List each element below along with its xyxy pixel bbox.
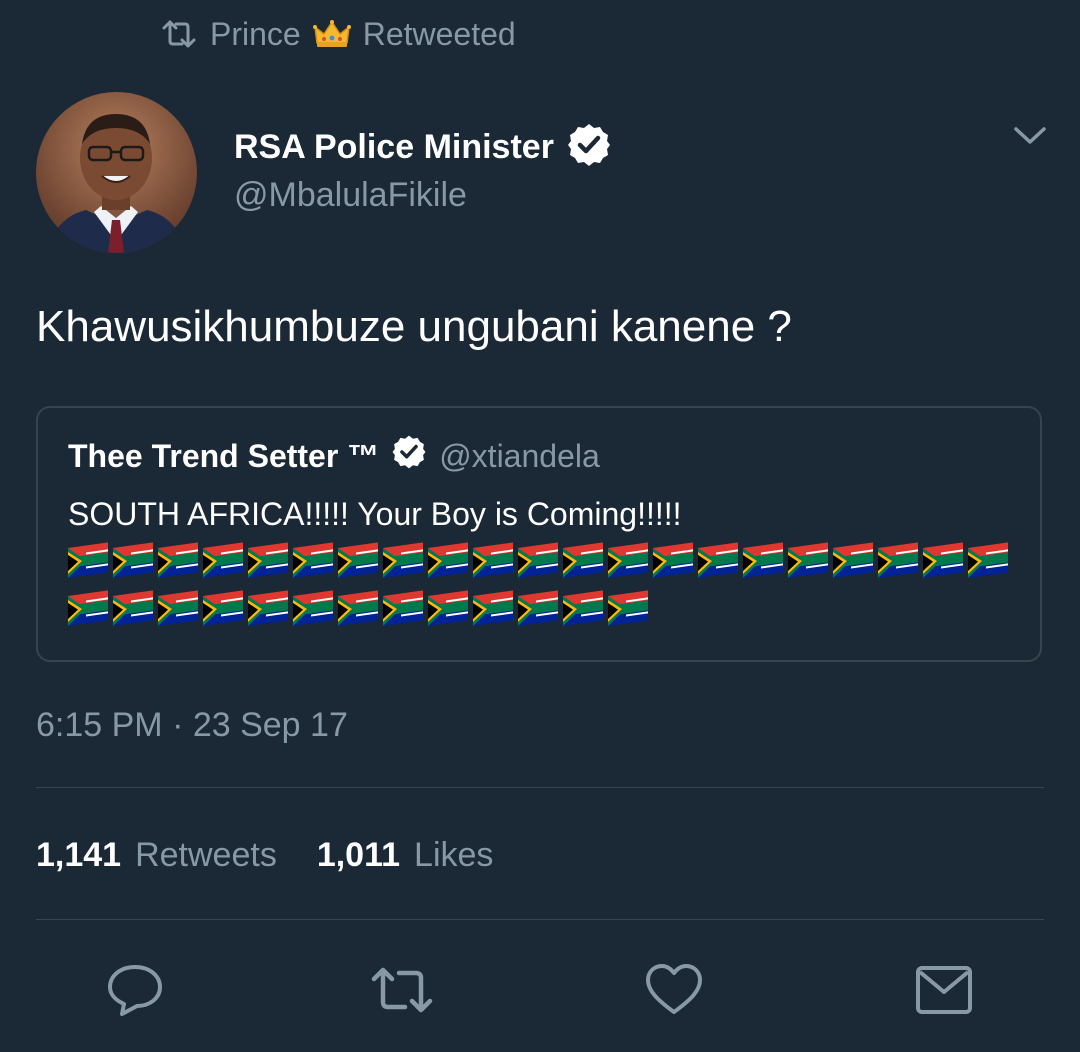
avatar[interactable] — [36, 92, 197, 253]
reply-button[interactable] — [105, 962, 165, 1022]
direct-message-button[interactable] — [914, 962, 974, 1022]
south-africa-flag-icon — [248, 542, 288, 578]
quoted-user-handle: @xtiandela — [439, 437, 600, 474]
user-handle[interactable]: @MbalulaFikile — [234, 176, 612, 215]
south-africa-flag-icon — [653, 542, 693, 578]
divider — [36, 919, 1044, 920]
quoted-tweet-text: SOUTH AFRICA!!!!! Your Boy is Coming!!!!… — [68, 496, 682, 532]
south-africa-flag-icon — [518, 542, 558, 578]
likes-label: Likes — [414, 836, 494, 874]
south-africa-flag-icon — [923, 542, 963, 578]
divider — [36, 787, 1044, 788]
south-africa-flag-icon — [428, 542, 468, 578]
display-name[interactable]: RSA Police Minister — [234, 128, 554, 167]
tweet-author[interactable]: RSA Police Minister @MbalulaFikile — [234, 122, 612, 215]
south-africa-flag-icon — [383, 542, 423, 578]
south-africa-flag-icon — [743, 542, 783, 578]
retweet-context-icon — [160, 19, 198, 49]
tweet-timestamp[interactable]: 6:15 PM · 23 Sep 17 — [36, 706, 348, 745]
south-africa-flag-icon — [473, 590, 513, 626]
south-africa-flag-icon — [608, 590, 648, 626]
south-africa-flag-icon — [518, 590, 558, 626]
south-africa-flag-icon — [68, 590, 108, 626]
south-africa-flag-icon — [608, 542, 648, 578]
south-africa-flag-icon — [68, 542, 108, 578]
like-icon — [644, 962, 704, 1023]
quoted-display-name: Thee Trend Setter ™ — [68, 437, 380, 474]
south-africa-flag-icon — [203, 590, 243, 626]
south-africa-flag-icon — [968, 542, 1008, 578]
south-africa-flag-emoji-row — [66, 540, 1026, 626]
quoted-verified-badge-icon — [391, 434, 427, 478]
tweet-text: Khawusikhumbuze ungubani kanene ? — [36, 302, 792, 351]
reply-icon — [106, 962, 164, 1023]
south-africa-flag-icon — [563, 590, 603, 626]
south-africa-flag-icon — [383, 590, 423, 626]
south-africa-flag-icon — [338, 590, 378, 626]
retweets-label: Retweets — [135, 836, 277, 874]
retweeted-label: Retweeted — [362, 15, 516, 52]
south-africa-flag-icon — [248, 590, 288, 626]
retweets-count: 1,141 — [36, 836, 122, 874]
retweet-button[interactable] — [369, 962, 435, 1022]
message-icon — [914, 964, 974, 1021]
verified-badge-icon — [566, 122, 612, 173]
retweets-stat[interactable]: 1,141 Retweets — [36, 836, 277, 875]
retweet-icon — [369, 964, 435, 1021]
engagement-stats: 1,141 Retweets 1,011 Likes — [36, 836, 493, 875]
south-africa-flag-icon — [428, 590, 468, 626]
south-africa-flag-icon — [473, 542, 513, 578]
south-africa-flag-icon — [158, 590, 198, 626]
south-africa-flag-icon — [833, 542, 873, 578]
more-options-chevron-down-icon[interactable] — [1010, 118, 1050, 154]
retweeter-name[interactable]: Prince — [210, 16, 301, 53]
south-africa-flag-icon — [113, 590, 153, 626]
south-africa-flag-icon — [293, 590, 333, 626]
likes-stat[interactable]: 1,011 Likes — [317, 836, 494, 875]
retweet-context[interactable]: Prince Retweeted — [160, 12, 516, 56]
south-africa-flag-icon — [698, 542, 738, 578]
south-africa-flag-icon — [293, 542, 333, 578]
south-africa-flag-icon — [203, 542, 243, 578]
south-africa-flag-icon — [338, 542, 378, 578]
south-africa-flag-icon — [113, 542, 153, 578]
south-africa-flag-icon — [563, 542, 603, 578]
south-africa-flag-icon — [878, 542, 918, 578]
like-button[interactable] — [644, 962, 704, 1022]
likes-count: 1,011 — [316, 836, 401, 874]
crown-icon — [312, 19, 351, 49]
quoted-tweet-card[interactable]: Thee Trend Setter ™ @xtiandela SOUTH AFR… — [36, 406, 1042, 662]
south-africa-flag-icon — [788, 542, 828, 578]
south-africa-flag-icon — [158, 542, 198, 578]
